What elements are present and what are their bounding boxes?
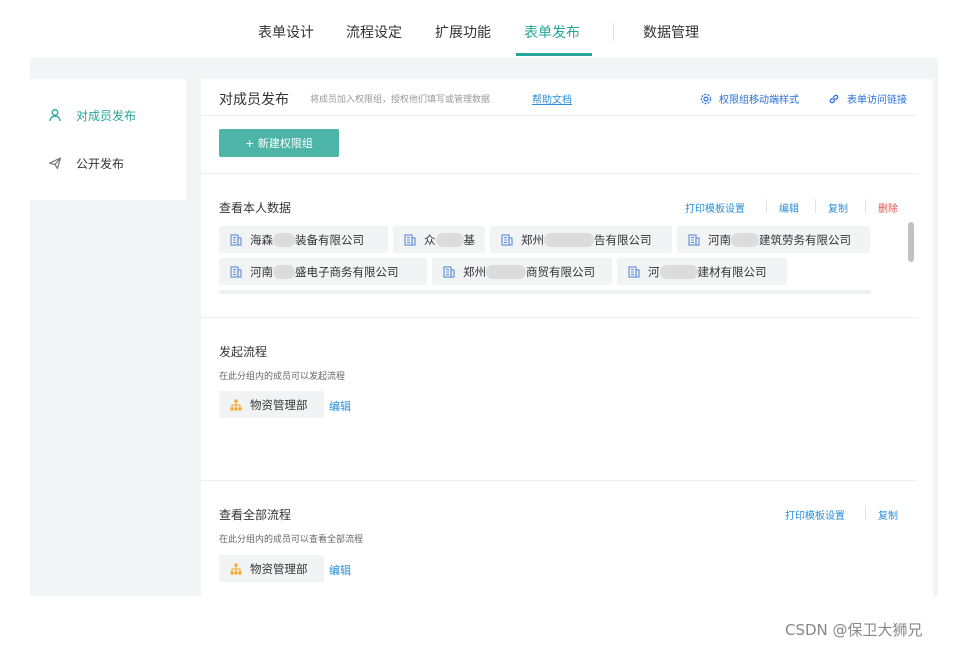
redacted-blur xyxy=(435,232,464,247)
member-name-end: 告有限公司 xyxy=(594,232,652,247)
section-title-own-data: 查看本人数据 xyxy=(219,201,292,215)
building-icon xyxy=(501,233,513,246)
member-name-start: 河 xyxy=(648,264,660,279)
sidebar-item-label: 对成员发布 xyxy=(76,108,137,123)
section-description: 在此分组内的成员可以查看全部流程 xyxy=(219,535,364,545)
tab-flow-settings[interactable]: 流程设定 xyxy=(346,22,402,42)
redacted-blur xyxy=(731,232,759,247)
copy-button[interactable]: 复制 xyxy=(828,200,848,215)
member-name-end: 装备有限公司 xyxy=(295,232,364,247)
delete-button[interactable]: 删除 xyxy=(878,200,898,215)
building-icon xyxy=(404,233,416,246)
tab-extensions[interactable]: 扩展功能 xyxy=(435,22,491,42)
vertical-scrollbar-thumb[interactable] xyxy=(908,222,914,262)
member-name-end: 建筑劳务有限公司 xyxy=(759,232,851,247)
gear-icon xyxy=(700,93,712,104)
sidebar-item-public-publish[interactable]: 公开发布 xyxy=(48,153,124,173)
section-title-start-flow: 发起流程 xyxy=(219,345,268,359)
copy-button[interactable]: 复制 xyxy=(878,507,898,522)
horizontal-scrollbar[interactable] xyxy=(219,290,871,294)
member-name-start: 众 xyxy=(424,232,436,247)
print-template-button[interactable]: 打印模板设置 xyxy=(685,200,745,215)
building-icon xyxy=(230,233,242,246)
member-name-end: 建材有限公司 xyxy=(697,264,767,279)
edit-button[interactable]: 编辑 xyxy=(779,200,799,215)
publish-sidebar: 对成员发布 公开发布 xyxy=(30,79,186,200)
member-name-start: 郑州 xyxy=(521,232,544,247)
help-docs-link[interactable]: 帮助文档 xyxy=(532,91,572,106)
member-chip[interactable]: 郑州 告有限公司 xyxy=(490,226,672,253)
member-chip[interactable]: 河南 建筑劳务有限公司 xyxy=(677,226,870,253)
link-icon xyxy=(829,94,839,103)
redacted-blur xyxy=(544,232,594,247)
section-divider xyxy=(201,317,917,318)
building-icon xyxy=(230,265,242,278)
sidebar-item-label: 公开发布 xyxy=(76,156,125,171)
building-icon xyxy=(628,265,640,278)
section-description: 在此分组内的成员可以发起流程 xyxy=(219,372,346,382)
mobile-style-link[interactable]: 权限组移动端样式 xyxy=(700,91,799,106)
member-publish-panel: 对成员发布 将成员加入权限组，授权他们填写或管理数据 帮助文档 权限组移动端样式… xyxy=(201,79,933,596)
top-nav: 表单设计 流程设定 扩展功能 表单发布 数据管理 xyxy=(0,0,970,58)
member-chip[interactable]: 海森 装备有限公司 xyxy=(219,226,388,253)
panel-description: 将成员加入权限组，授权他们填写或管理数据 xyxy=(310,95,491,105)
edit-department-button[interactable]: 编辑 xyxy=(329,398,351,414)
csdn-watermark: CSDN @保卫大狮兄 xyxy=(785,621,923,639)
section-divider xyxy=(201,173,917,174)
member-name-start: 郑州 xyxy=(463,264,486,279)
form-url-link[interactable]: 表单访问链接 xyxy=(828,91,907,106)
member-name-start: 河南 xyxy=(250,264,273,279)
print-template-button[interactable]: 打印模板设置 xyxy=(785,507,845,522)
new-permission-group-button[interactable]: + 新建权限组 xyxy=(219,129,339,157)
building-icon xyxy=(688,233,700,246)
action-divider xyxy=(815,199,816,213)
department-name: 物资管理部 xyxy=(250,397,308,412)
mobile-style-label: 权限组移动端样式 xyxy=(719,95,799,106)
building-icon xyxy=(443,265,455,278)
edit-department-button[interactable]: 编辑 xyxy=(329,562,351,578)
action-divider xyxy=(766,199,767,213)
action-divider xyxy=(865,199,866,213)
redacted-blur xyxy=(273,232,295,247)
member-chip[interactable]: 众基 xyxy=(393,226,485,253)
department-name: 物资管理部 xyxy=(250,561,308,576)
form-url-label: 表单访问链接 xyxy=(847,95,907,106)
member-name-start: 河南 xyxy=(708,232,731,247)
active-tab-indicator xyxy=(516,53,592,56)
member-name-end: 盛电子商务有限公司 xyxy=(295,264,399,279)
department-chip[interactable]: 物资管理部 xyxy=(219,391,324,418)
sidebar-item-member-publish[interactable]: 对成员发布 xyxy=(48,105,136,125)
member-name-end: 基 xyxy=(463,232,476,247)
tab-form-publish[interactable]: 表单发布 xyxy=(524,22,580,42)
org-chart-icon xyxy=(230,399,242,410)
section-title-all-flow: 查看全部流程 xyxy=(219,508,292,522)
member-chip[interactable]: 河南 盛电子商务有限公司 xyxy=(219,258,427,285)
redacted-blur xyxy=(659,264,698,279)
member-name-start: 海森 xyxy=(250,232,273,247)
tab-form-design[interactable]: 表单设计 xyxy=(258,22,314,42)
section-divider xyxy=(201,480,917,481)
header-divider xyxy=(201,115,917,116)
department-chip[interactable]: 物资管理部 xyxy=(219,555,324,582)
action-divider xyxy=(865,506,866,520)
member-chip[interactable]: 河 建材有限公司 xyxy=(617,258,787,285)
user-icon xyxy=(49,109,61,122)
org-chart-icon xyxy=(230,563,242,574)
panel-title: 对成员发布 xyxy=(219,92,289,108)
tab-divider xyxy=(613,23,614,41)
redacted-blur xyxy=(486,264,526,279)
member-name-end: 商贸有限公司 xyxy=(526,264,595,279)
redacted-blur xyxy=(273,264,295,279)
member-chip[interactable]: 郑州 商贸有限公司 xyxy=(432,258,612,285)
tab-data-management[interactable]: 数据管理 xyxy=(643,22,699,42)
send-icon xyxy=(48,157,62,170)
